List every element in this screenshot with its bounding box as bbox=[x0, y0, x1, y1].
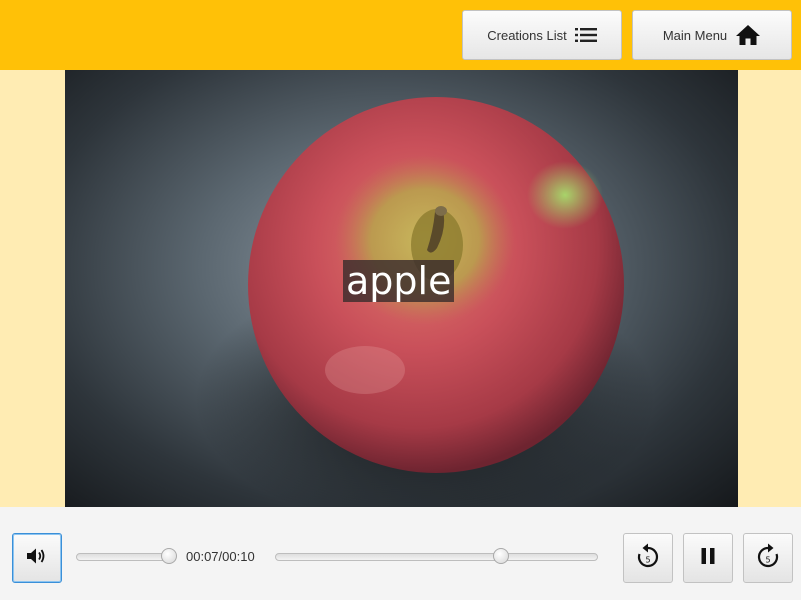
volume-slider[interactable] bbox=[76, 548, 178, 564]
volume-button[interactable] bbox=[12, 533, 62, 583]
video-frame[interactable]: apple bbox=[65, 70, 738, 507]
rewind-5-icon: 5 bbox=[636, 543, 660, 573]
playback-controls: 00:07/00:10 5 5 bbox=[0, 507, 801, 600]
list-icon bbox=[574, 27, 597, 43]
progress-slider-thumb[interactable] bbox=[492, 548, 509, 564]
video-stage: apple bbox=[0, 70, 801, 507]
progress-slider[interactable] bbox=[275, 548, 598, 564]
caption-text: apple bbox=[343, 260, 455, 302]
creations-list-label: Creations List bbox=[487, 27, 567, 43]
pause-icon bbox=[699, 546, 717, 570]
home-icon bbox=[735, 24, 761, 46]
time-display: 00:07/00:10 bbox=[186, 549, 255, 564]
pause-button[interactable] bbox=[683, 533, 733, 583]
forward-seconds-label: 5 bbox=[765, 556, 770, 565]
forward-5-icon: 5 bbox=[756, 543, 780, 573]
top-bar: Creations List Main Menu bbox=[0, 0, 801, 70]
creations-list-button[interactable]: Creations List bbox=[462, 10, 622, 60]
volume-slider-thumb[interactable] bbox=[161, 548, 178, 564]
speaker-icon bbox=[26, 547, 48, 569]
rewind-5-button[interactable]: 5 bbox=[623, 533, 673, 583]
forward-5-button[interactable]: 5 bbox=[743, 533, 793, 583]
main-menu-label: Main Menu bbox=[662, 27, 728, 43]
rewind-seconds-label: 5 bbox=[645, 556, 650, 565]
main-menu-button[interactable]: Main Menu bbox=[632, 10, 792, 60]
video-player-window: Creations List Main Menu apple 00:07/00:… bbox=[0, 0, 801, 600]
